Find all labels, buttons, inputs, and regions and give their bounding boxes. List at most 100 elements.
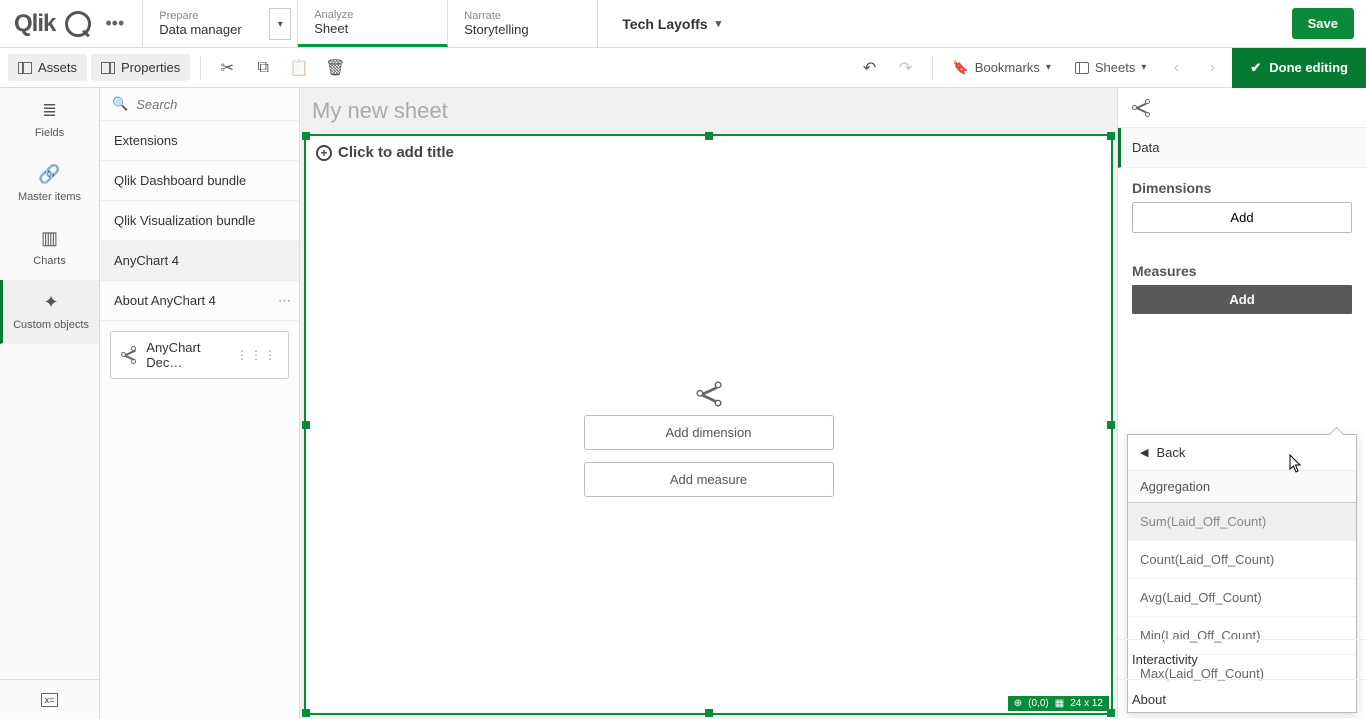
chevron-down-icon: ▾ [716,17,722,30]
panel-extensions[interactable]: Extensions [100,121,299,161]
sheet-title[interactable]: My new sheet [304,92,1113,134]
nav-prepare-label: Prepare [159,10,281,22]
more-menu-icon[interactable]: ••• [101,13,128,34]
puzzle-icon: ✦ [43,292,58,313]
bookmarks-label: Bookmarks [975,60,1040,75]
search-input[interactable] [136,97,287,112]
agg-sum[interactable]: Sum(Laid_Off_Count) [1128,503,1356,541]
nav-analyze-label: Analyze [314,9,431,21]
nav-narrate-value: Storytelling [464,22,581,37]
plus-icon: + [316,145,332,161]
sheet-canvas: My new sheet + Click to add title Add di… [300,88,1117,719]
rail-fields-label: Fields [35,127,64,139]
tab-interactivity[interactable]: Interactivity [1118,639,1366,679]
nav-analyze-value: Sheet [314,21,431,36]
chart-draggable[interactable]: AnyChart Dec… ⋮⋮⋮ [110,331,289,379]
top-nav: Qlik ••• Prepare Data manager ▾ Analyze … [0,0,1366,48]
app-title-text: Tech Layoffs [622,16,707,32]
panel-left-icon [18,62,32,74]
resize-handle[interactable] [302,132,310,140]
dimensions-label: Dimensions [1132,180,1352,196]
add-dimension-button[interactable]: Add dimension [584,415,834,450]
assets-label: Assets [38,60,77,75]
cut-icon[interactable]: ✂ [211,52,243,84]
more-icon[interactable]: ⋯ [278,293,291,309]
panel-right-icon [101,62,115,74]
grid-icon: ▦ [1055,698,1064,709]
properties-label: Properties [121,60,180,75]
tab-about[interactable]: About [1118,679,1366,719]
agg-count[interactable]: Count(Laid_Off_Count) [1128,541,1356,579]
rail-master-items[interactable]: 🔗 Master items [0,152,99,216]
panel-about-anychart[interactable]: About AnyChart 4 ⋯ [100,281,299,321]
rail-footer[interactable]: x= [0,679,99,719]
app-title[interactable]: Tech Layoffs ▾ [598,0,745,47]
decomposition-icon [696,381,721,406]
rail-custom-label: Custom objects [13,319,89,331]
viz-title[interactable]: + Click to add title [306,136,1111,169]
chevron-down-icon: ▾ [1046,62,1051,73]
resize-handle[interactable] [705,132,713,140]
rail-fields[interactable]: ≣ Fields [0,88,99,152]
panel-viz-bundle[interactable]: Qlik Visualization bundle [100,201,299,241]
rail-master-label: Master items [18,191,81,203]
visualization-object[interactable]: + Click to add title Add dimension Add m… [304,134,1113,715]
nav-prepare[interactable]: Prepare Data manager ▾ [143,0,298,47]
chevron-down-icon: ▾ [1141,62,1146,73]
drag-handle-icon[interactable]: ⋮⋮⋮ [236,348,278,362]
resize-handle[interactable] [705,709,713,717]
search-row: 🔍 [100,88,299,121]
resize-handle[interactable] [1107,421,1115,429]
dimensions-section: Dimensions Add [1118,168,1366,245]
nav-narrate-label: Narrate [464,10,581,22]
assets-toggle[interactable]: Assets [8,54,87,81]
copy-icon[interactable]: ⧉ [247,52,279,84]
logo-text: Qlik [14,10,55,38]
nav-narrate[interactable]: Narrate Storytelling [448,0,598,47]
resize-handle[interactable] [1107,132,1115,140]
resize-handle[interactable] [302,709,310,717]
sheets-menu[interactable]: Sheets ▾ [1065,54,1157,81]
panel-dashboard-bundle[interactable]: Qlik Dashboard bundle [100,161,299,201]
back-label: Back [1156,445,1185,460]
measures-section: Measures Add [1118,245,1366,326]
edit-toolbar: Assets Properties ✂ ⧉ 📋 🗑 ↶ ↷ 🔖 Bookmark… [0,48,1366,88]
tab-data[interactable]: Data [1118,128,1366,168]
rail-charts[interactable]: ▥ Charts [0,216,99,280]
save-button[interactable]: Save [1292,8,1354,39]
nav-analyze[interactable]: Analyze Sheet [298,0,448,47]
delete-icon[interactable]: 🗑 [319,52,351,84]
separator [200,56,201,80]
add-measure-button[interactable]: Add [1132,285,1352,314]
properties-toggle[interactable]: Properties [91,54,190,81]
rail-custom-objects[interactable]: ✦ Custom objects [0,280,99,344]
prop-bottom: Interactivity About [1118,639,1366,719]
next-sheet-icon[interactable]: › [1196,52,1228,84]
paste-icon[interactable]: 📋 [283,52,315,84]
chevron-down-icon[interactable]: ▾ [269,8,291,40]
resize-handle[interactable] [302,421,310,429]
decomposition-icon [1132,99,1150,117]
sheet-icon [1075,62,1089,74]
undo-icon[interactable]: ↶ [854,52,886,84]
decomposition-icon [121,346,136,364]
agg-avg[interactable]: Avg(Laid_Off_Count) [1128,579,1356,617]
toolbar-right: ↶ ↷ 🔖 Bookmarks ▾ Sheets ▾ ‹ › ✔ Done ed… [854,48,1358,88]
bookmarks-menu[interactable]: 🔖 Bookmarks ▾ [943,54,1061,82]
chart-card-label: AnyChart Dec… [146,340,226,370]
redo-icon[interactable]: ↷ [890,52,922,84]
done-editing-button[interactable]: ✔ Done editing [1232,48,1366,88]
measures-label: Measures [1132,263,1352,279]
add-dimension-button[interactable]: Add [1132,202,1352,233]
logo-area: Qlik ••• [0,0,143,47]
aggregation-header: Aggregation [1128,471,1356,503]
panel-anychart[interactable]: AnyChart 4 [100,241,299,281]
target-icon: ⊕ [1014,698,1022,709]
variable-icon: x= [41,693,59,707]
add-measure-button[interactable]: Add measure [584,462,834,497]
viz-title-text: Click to add title [338,144,454,161]
status-grid: 24 x 12 [1070,698,1103,709]
prev-sheet-icon[interactable]: ‹ [1160,52,1192,84]
popover-back[interactable]: ◀ Back [1128,435,1356,471]
logo-q-icon [65,11,91,37]
